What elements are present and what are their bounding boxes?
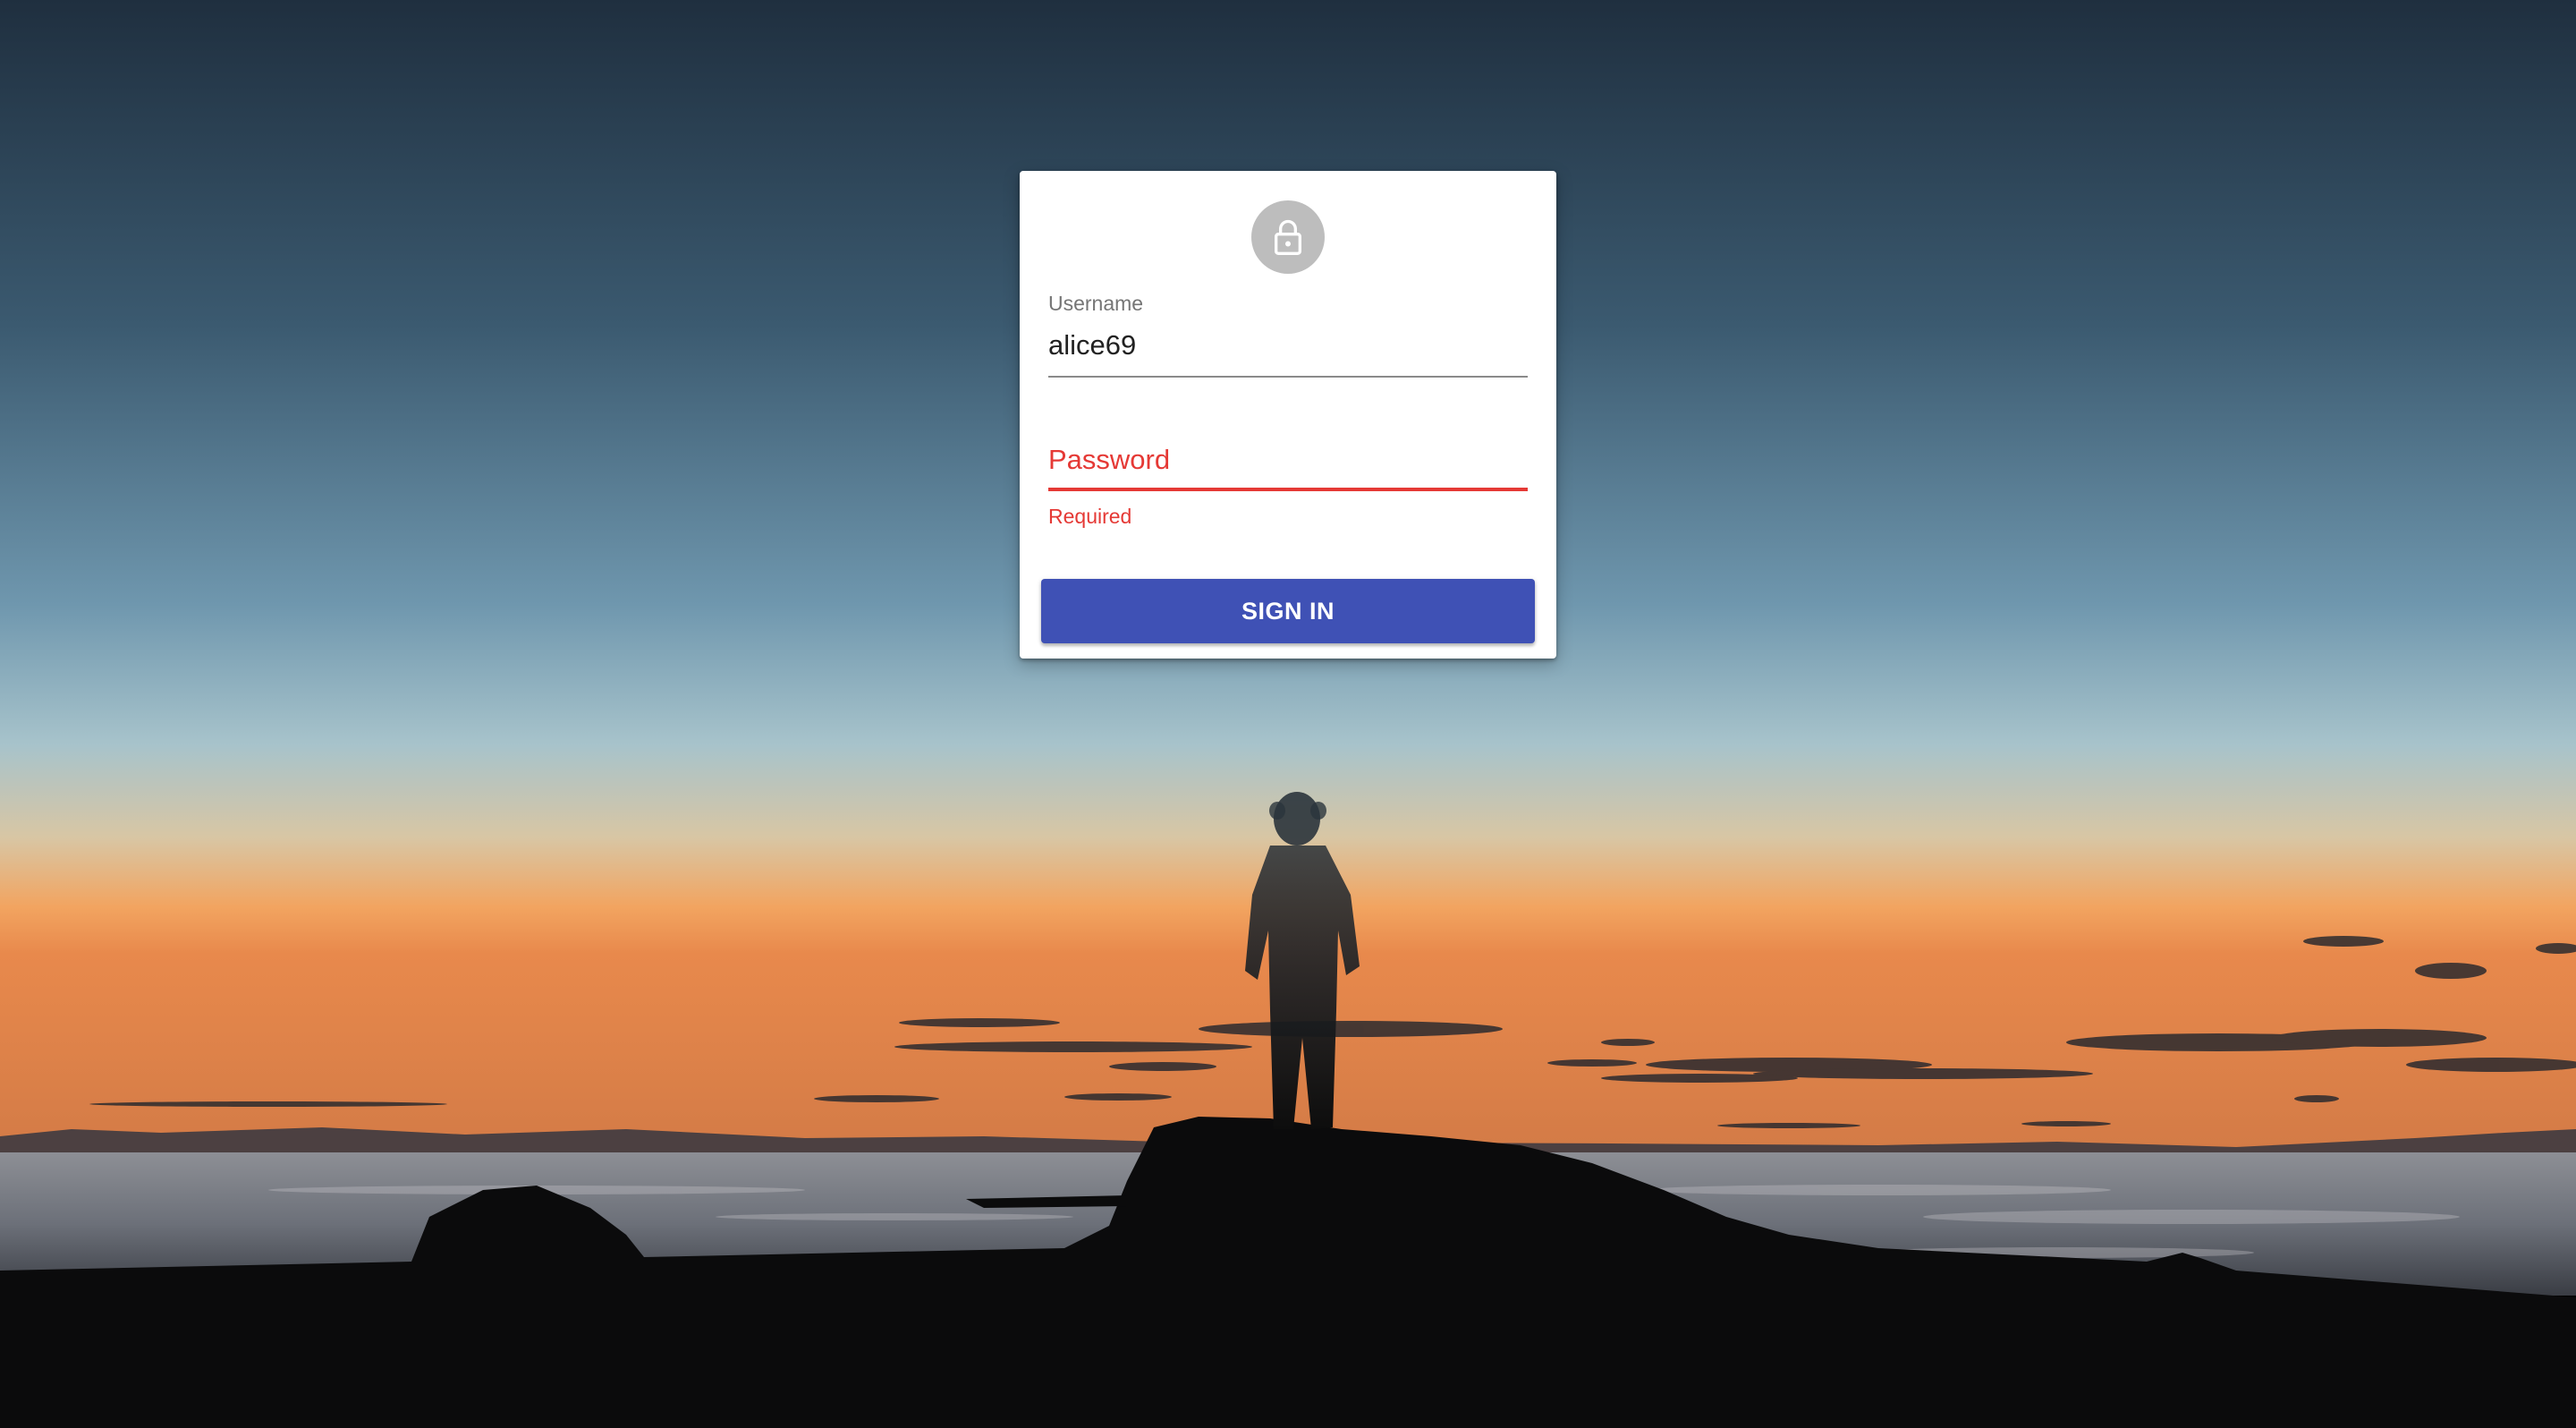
username-label: Username	[1048, 292, 1144, 315]
lock-avatar	[1251, 200, 1325, 274]
username-underline	[1048, 376, 1528, 378]
username-field[interactable]: Username alice69	[1048, 283, 1528, 378]
password-underline	[1048, 488, 1528, 491]
username-input[interactable]: alice69	[1048, 329, 1136, 361]
lock-icon	[1275, 219, 1301, 255]
password-input[interactable]: Password	[1048, 444, 1170, 476]
password-field[interactable]: Password Required	[1048, 408, 1528, 528]
password-error-text: Required	[1048, 505, 1132, 528]
login-card: Username alice69 Password Required SIGN …	[1020, 171, 1556, 659]
sign-in-button[interactable]: SIGN IN	[1041, 579, 1535, 643]
